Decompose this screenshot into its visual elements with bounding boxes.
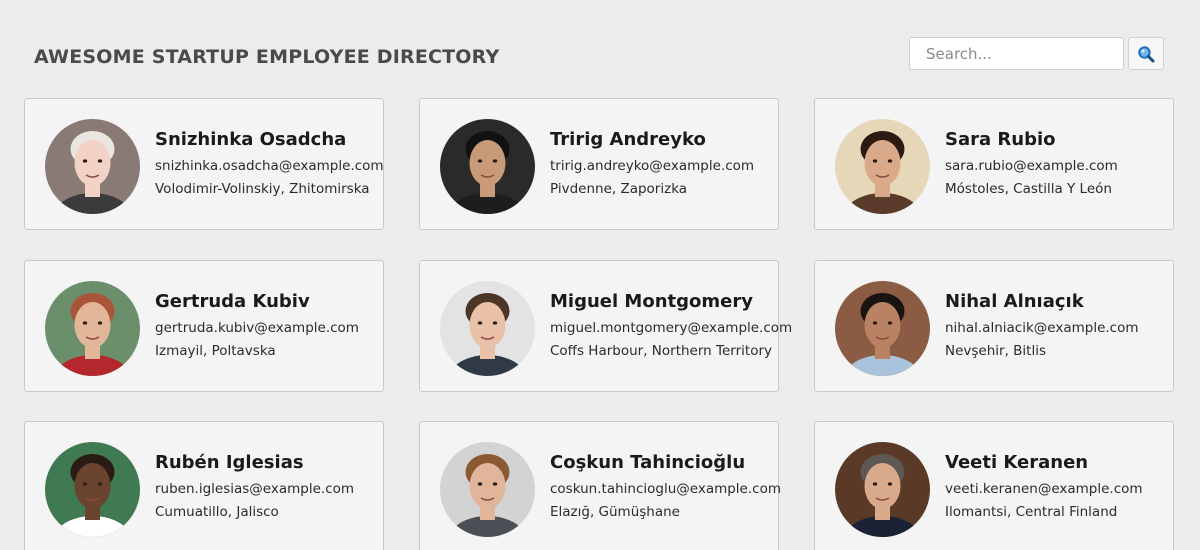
avatar-photo xyxy=(835,119,930,214)
employee-info: Rubén Iglesias ruben.iglesias@example.com… xyxy=(155,452,354,521)
employee-location: Pivdenne, Zaporizka xyxy=(550,181,688,197)
avatar xyxy=(440,281,535,376)
employee-email: snizhinka.osadcha@example.com xyxy=(155,158,384,174)
employee-card[interactable]: Nihal Alnıaçık nihal.alniacik@example.com… xyxy=(814,260,1174,392)
employee-location: Volodimir-Volinskiy, Zhitomirska xyxy=(155,181,370,197)
employee-location: Elazığ, Gümüşhane xyxy=(550,504,680,520)
avatar xyxy=(440,119,535,214)
employee-info: Coşkun Tahincioğlu coskun.tahincioglu@exa… xyxy=(550,452,781,521)
avatar xyxy=(45,442,140,537)
avatar-photo xyxy=(440,281,535,376)
page-title: AWESOME STARTUP EMPLOYEE DIRECTORY xyxy=(34,46,500,68)
search-input[interactable] xyxy=(909,37,1124,70)
employee-location: Izmayil, Poltavska xyxy=(155,343,276,359)
employee-card[interactable]: Sara Rubio sara.rubio@example.com Móstoles… xyxy=(814,98,1174,230)
avatar xyxy=(45,119,140,214)
avatar-photo xyxy=(45,442,140,537)
employee-info: Sara Rubio sara.rubio@example.com Móstoles… xyxy=(945,129,1118,198)
employee-name: Gertruda Kubiv xyxy=(155,291,310,312)
employee-email: miguel.montgomery@example.com xyxy=(550,320,793,336)
search-bar xyxy=(909,37,1164,70)
employee-email: veeti.keranen@example.com xyxy=(945,481,1143,497)
employee-location: Cumuatillo, Jalisco xyxy=(155,504,279,520)
employee-card[interactable]: Snizhinka Osadcha snizhinka.osadcha@examp… xyxy=(24,98,384,230)
avatar-photo xyxy=(835,442,930,537)
avatar-photo xyxy=(835,281,930,376)
avatar-photo xyxy=(45,119,140,214)
employee-email: coskun.tahincioglu@example.com xyxy=(550,481,781,497)
employee-name: Coşkun Tahincioğlu xyxy=(550,452,746,473)
employee-name: Miguel Montgomery xyxy=(550,291,753,312)
employee-info: Tririg Andreyko tririg.andreyko@example.c… xyxy=(550,129,754,198)
avatar-photo xyxy=(440,442,535,537)
employee-info: Gertruda Kubiv gertruda.kubiv@example.com… xyxy=(155,291,359,360)
employee-card[interactable]: Rubén Iglesias ruben.iglesias@example.com… xyxy=(24,421,384,550)
employee-email: tririg.andreyko@example.com xyxy=(550,158,755,174)
employee-name: Sara Rubio xyxy=(945,129,1056,150)
avatar-photo xyxy=(45,281,140,376)
employee-email: sara.rubio@example.com xyxy=(945,158,1118,174)
employee-card[interactable]: Coşkun Tahincioğlu coskun.tahincioglu@exa… xyxy=(419,421,781,550)
avatar xyxy=(835,442,930,537)
employee-name: Nihal Alnıaçık xyxy=(945,291,1084,312)
employee-name: Veeti Keranen xyxy=(945,452,1089,473)
employee-location: Móstoles, Castilla Y León xyxy=(945,181,1112,197)
employee-card[interactable]: Tririg Andreyko tririg.andreyko@example.c… xyxy=(419,98,779,230)
avatar xyxy=(440,442,535,537)
avatar xyxy=(835,119,930,214)
employee-name: Rubén Iglesias xyxy=(155,452,304,473)
employee-card[interactable]: Miguel Montgomery miguel.montgomery@examp… xyxy=(419,260,792,392)
avatar-photo xyxy=(440,119,535,214)
employee-info: Nihal Alnıaçık nihal.alniacik@example.com… xyxy=(945,291,1139,360)
employee-info: Miguel Montgomery miguel.montgomery@examp… xyxy=(550,291,792,360)
employee-location: Ilomantsi, Central Finland xyxy=(945,504,1118,520)
avatar xyxy=(835,281,930,376)
employee-email: nihal.alniacik@example.com xyxy=(945,320,1139,336)
employee-name: Snizhinka Osadcha xyxy=(155,129,347,150)
employee-card[interactable]: Veeti Keranen veeti.keranen@example.com Il… xyxy=(814,421,1174,550)
avatar xyxy=(45,281,140,376)
employee-name: Tririg Andreyko xyxy=(550,129,706,150)
employee-card[interactable]: Gertruda Kubiv gertruda.kubiv@example.com… xyxy=(24,260,384,392)
employee-directory-page: AWESOME STARTUP EMPLOYEE DIRECTORY Snizh… xyxy=(0,0,1200,550)
employee-info: Veeti Keranen veeti.keranen@example.com Il… xyxy=(945,452,1143,521)
employee-email: gertruda.kubiv@example.com xyxy=(155,320,359,336)
employee-info: Snizhinka Osadcha snizhinka.osadcha@examp… xyxy=(155,129,384,198)
employee-email: ruben.iglesias@example.com xyxy=(155,481,355,497)
employee-location: Coffs Harbour, Northern Territory xyxy=(550,343,772,359)
magnifier-icon xyxy=(1138,45,1155,62)
employee-location: Nevşehir, Bitlis xyxy=(945,343,1047,359)
search-button[interactable] xyxy=(1128,37,1164,70)
